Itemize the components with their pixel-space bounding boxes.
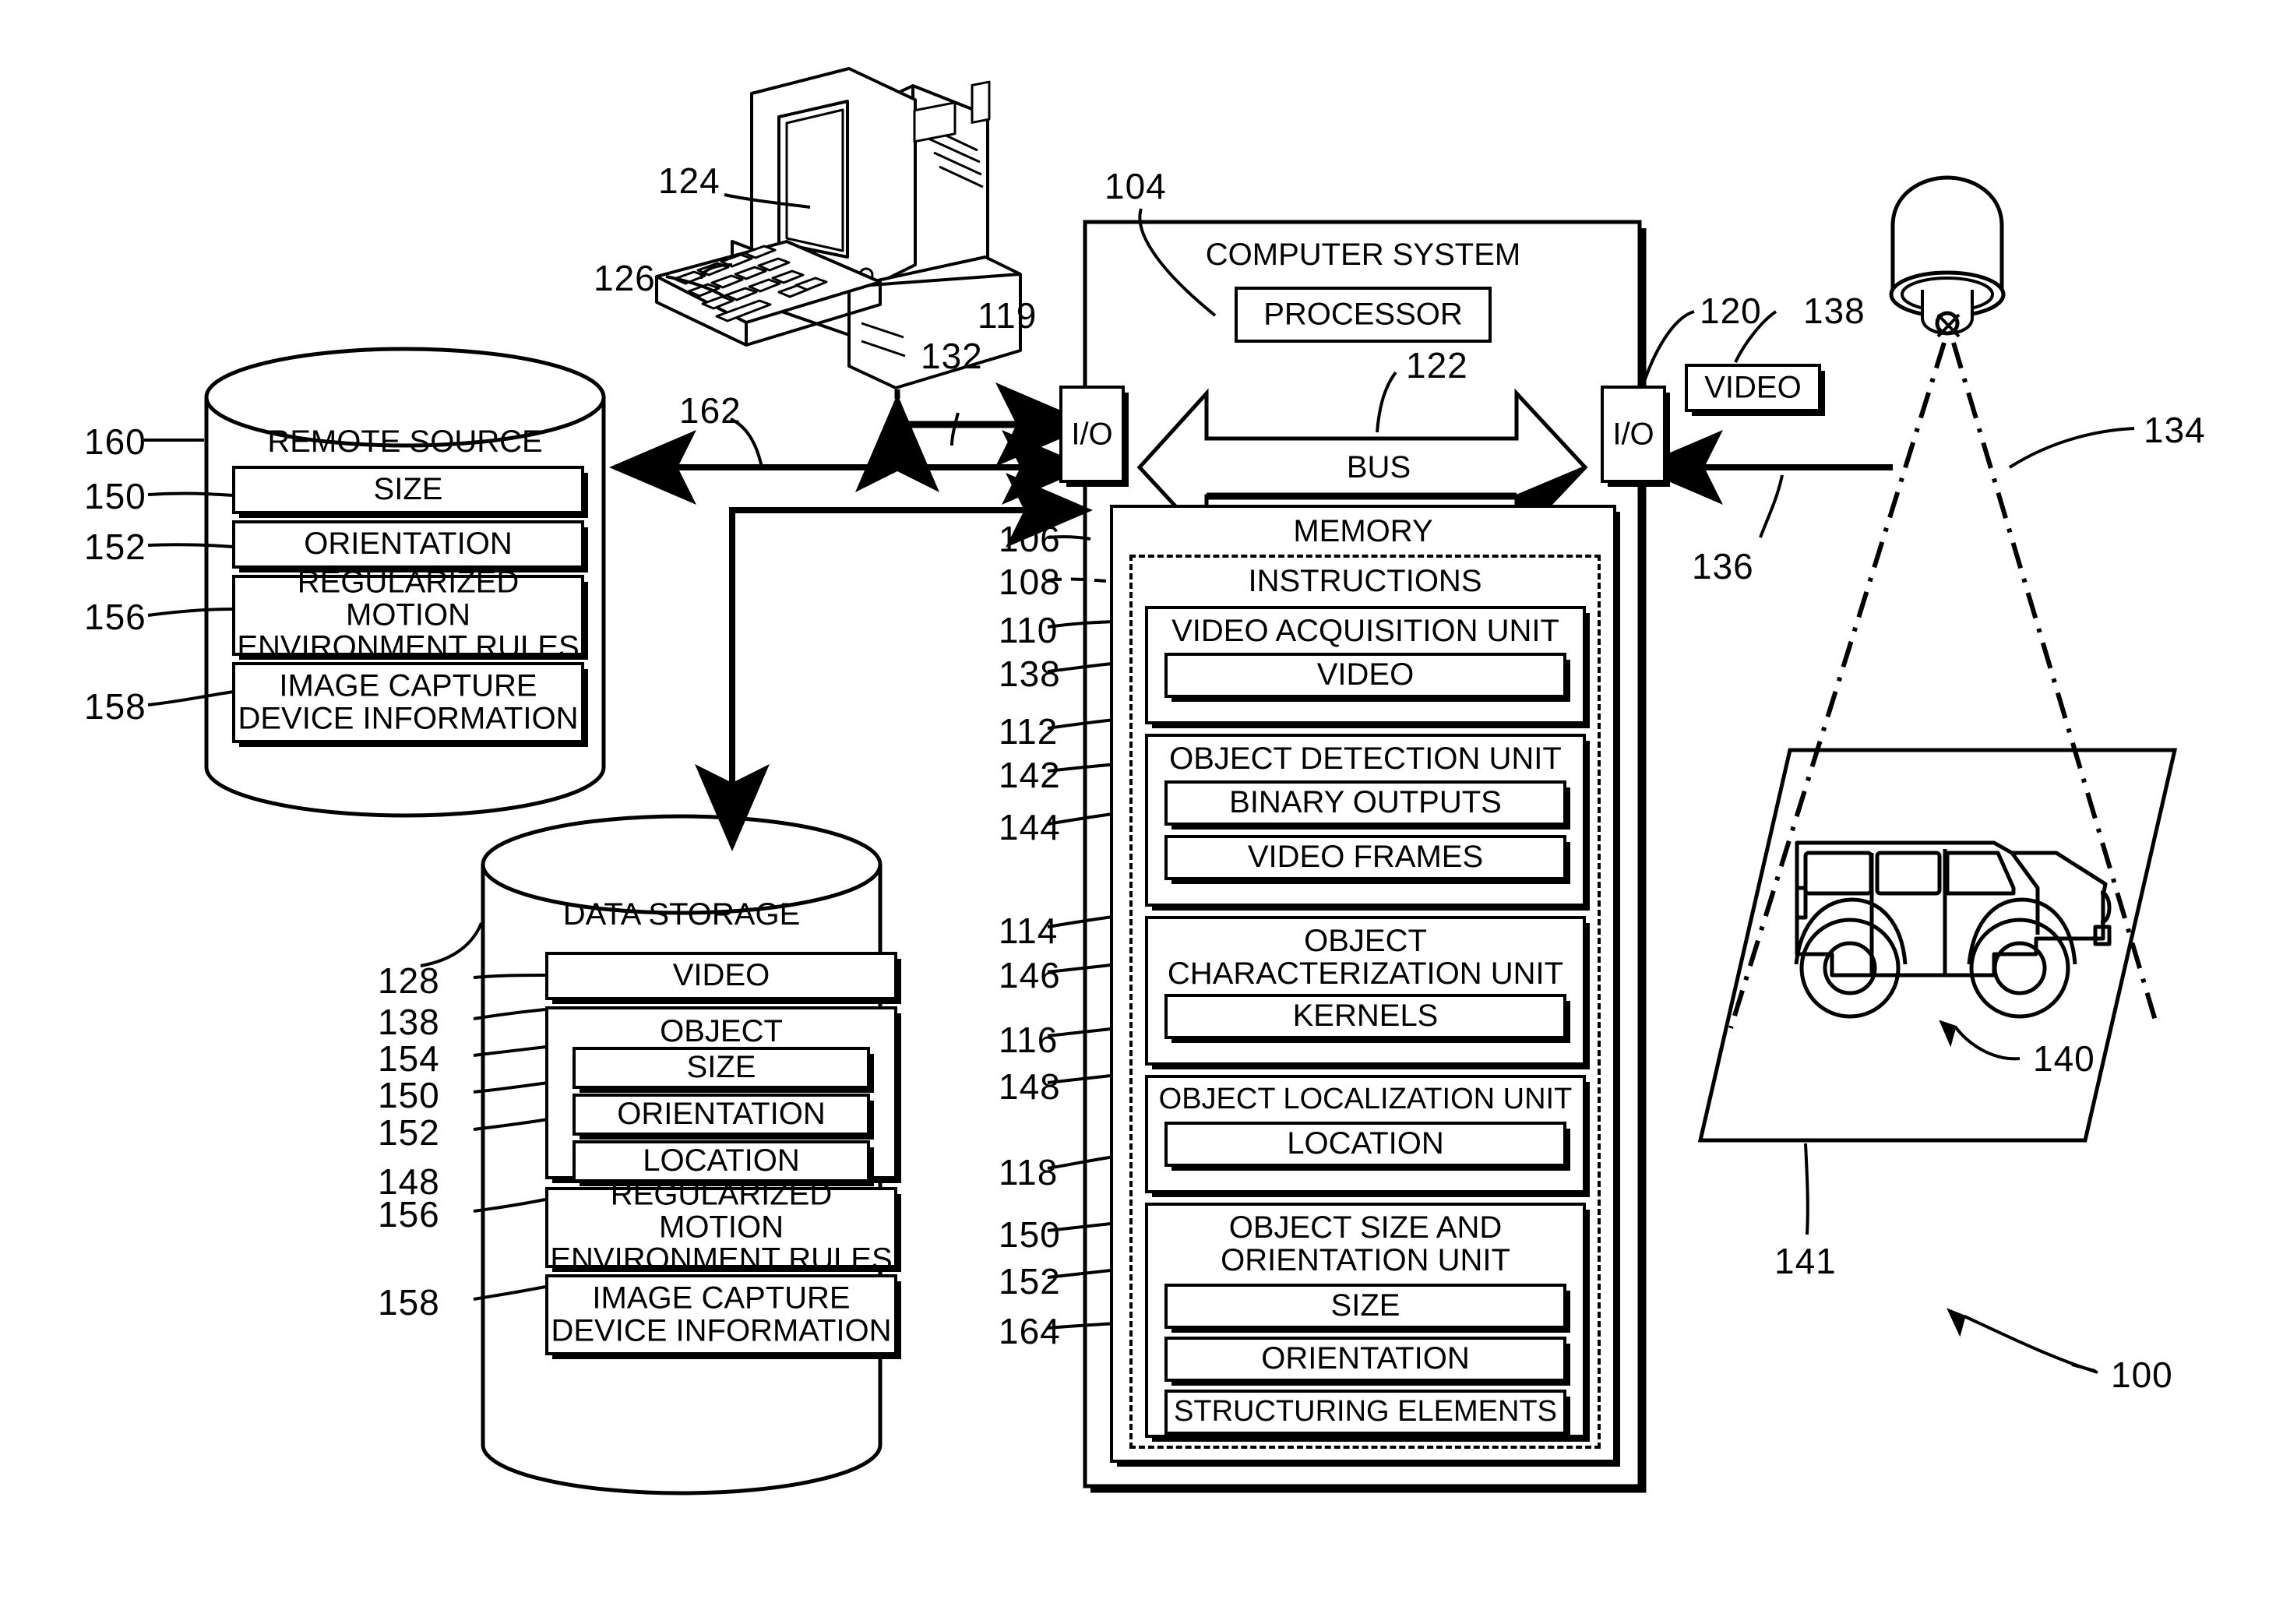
data-storage-item-capture-info: IMAGE CAPTURE DEVICE INFORMATION: [545, 1274, 897, 1355]
ref-164: 164: [999, 1311, 1061, 1351]
data-storage-item-motion-rules-label: REGULARIZED MOTION ENVIRONMENT RULES: [550, 1177, 893, 1277]
io-left-box[interactable]: I/O: [1059, 386, 1125, 483]
data-storage-item-video: VIDEO: [545, 952, 897, 1000]
item-orientation: ORIENTATION: [1164, 1337, 1566, 1382]
item-location-label: LOCATION: [1287, 1126, 1444, 1161]
ref-152-storage: 152: [378, 1112, 440, 1153]
ref-106: 106: [999, 519, 1061, 559]
ref-119: 119: [978, 295, 1038, 336]
remote-source-item-size-label: SIZE: [373, 472, 443, 507]
data-storage-object-size: SIZE: [573, 1047, 870, 1089]
ref-128: 128: [378, 960, 440, 1001]
item-binary-outputs-label: BINARY OUTPUTS: [1229, 785, 1502, 820]
instructions-label: INSTRUCTIONS: [1248, 564, 1482, 598]
ref-146: 146: [999, 955, 1061, 995]
ref-154: 154: [378, 1038, 440, 1079]
memory-label: MEMORY: [1293, 514, 1433, 548]
ref-150-memory: 150: [999, 1214, 1061, 1255]
data-storage-item-video-label: VIDEO: [672, 958, 770, 993]
remote-source-item-capture-info: IMAGE CAPTURE DEVICE INFORMATION: [232, 662, 584, 743]
ref-116: 116: [999, 1020, 1059, 1060]
item-location: LOCATION: [1164, 1122, 1566, 1167]
item-video-acq-video: VIDEO: [1164, 653, 1566, 698]
unit-video-acquisition-label: VIDEO ACQUISITION UNIT: [1171, 614, 1559, 648]
ref-158-remote: 158: [84, 686, 146, 727]
ref-138-camera: 138: [1803, 291, 1866, 331]
ref-108: 108: [999, 562, 1061, 602]
item-orientation-label: ORIENTATION: [1261, 1341, 1470, 1376]
unit-object-characterization-label: OBJECT CHARACTERIZATION UNIT: [1167, 924, 1564, 991]
ref-118: 118: [999, 1152, 1059, 1192]
unit-object-detection-label: OBJECT DETECTION UNIT: [1169, 742, 1562, 776]
ref-141: 141: [1774, 1241, 1837, 1281]
ref-150-storage: 150: [378, 1075, 440, 1115]
item-kernels: KERNELS: [1164, 994, 1566, 1039]
ref-162: 162: [679, 390, 742, 431]
ref-110: 110: [999, 610, 1059, 650]
ref-156-storage: 156: [378, 1194, 440, 1235]
ref-158-storage: 158: [378, 1282, 440, 1323]
item-size: SIZE: [1164, 1284, 1566, 1329]
data-storage-object-location-label: LOCATION: [643, 1143, 800, 1178]
ref-120: 120: [1700, 291, 1762, 331]
ref-144: 144: [999, 807, 1061, 847]
ref-160: 160: [84, 421, 146, 462]
camera-illustration: [1889, 175, 2006, 338]
remote-source-title: REMOTE SOURCE: [267, 424, 543, 459]
ref-134: 134: [2144, 410, 2206, 450]
processor-label: PROCESSOR: [1263, 297, 1463, 332]
bus-label: BUS: [1346, 450, 1411, 484]
item-video-frames-label: VIDEO FRAMES: [1247, 840, 1484, 875]
remote-source-item-capture-info-label: IMAGE CAPTURE DEVICE INFORMATION: [238, 668, 579, 735]
item-size-label: SIZE: [1330, 1288, 1400, 1323]
remote-source-item-motion-rules: REGULARIZED MOTION ENVIRONMENT RULES: [232, 566, 584, 664]
io-left-label: I/O: [1071, 417, 1113, 451]
item-video-acq-video-label: VIDEO: [1316, 657, 1415, 692]
video-label-box: VIDEO: [1685, 364, 1821, 412]
computer-system-title: COMPUTER SYSTEM: [1205, 238, 1521, 272]
ref-124: 124: [658, 160, 720, 201]
ref-104: 104: [1105, 166, 1167, 206]
ref-122: 122: [1406, 345, 1468, 386]
remote-source-item-orientation: ORIENTATION: [232, 520, 584, 569]
data-storage-item-capture-info-label: IMAGE CAPTURE DEVICE INFORMATION: [551, 1281, 892, 1347]
item-structuring-elements-label: STRUCTURING ELEMENTS: [1174, 1395, 1557, 1428]
data-storage-object-location: LOCATION: [573, 1140, 870, 1182]
ref-156-remote: 156: [84, 597, 146, 637]
unit-object-characterization: OBJECT CHARACTERIZATION UNIT: [1145, 916, 1586, 1066]
video-label-box-label: VIDEO: [1704, 370, 1802, 405]
processor-box: PROCESSOR: [1235, 287, 1492, 343]
ref-114: 114: [999, 911, 1059, 951]
unit-object-size-orientation-label: OBJECT SIZE AND ORIENTATION UNIT: [1221, 1210, 1510, 1277]
ref-140: 140: [2033, 1038, 2095, 1079]
item-binary-outputs: BINARY OUTPUTS: [1164, 780, 1566, 826]
remote-source-item-size: SIZE: [232, 466, 584, 514]
ref-152-memory: 152: [999, 1261, 1061, 1302]
ref-136: 136: [1692, 546, 1754, 587]
ref-112: 112: [999, 711, 1059, 752]
remote-source-item-motion-rules-label: REGULARIZED MOTION ENVIRONMENT RULES: [237, 565, 580, 664]
ref-126: 126: [594, 258, 656, 298]
io-right-box[interactable]: I/O: [1601, 386, 1666, 483]
remote-source-item-orientation-label: ORIENTATION: [304, 527, 513, 562]
ref-138-memory: 138: [999, 653, 1061, 694]
ref-148-memory: 148: [999, 1066, 1061, 1107]
ref-142: 142: [999, 755, 1061, 795]
unit-object-localization-label: OBJECT LOCALIZATION UNIT: [1158, 1083, 1573, 1115]
ref-152-remote: 152: [84, 527, 146, 567]
item-kernels-label: KERNELS: [1292, 999, 1439, 1034]
workstation-to-io-arrow: [855, 382, 1094, 492]
item-structuring-elements: STRUCTURING ELEMENTS: [1164, 1390, 1566, 1435]
ref-100: 100: [2111, 1355, 2173, 1395]
ref-132: 132: [921, 336, 983, 376]
ref-150-remote: 150: [84, 476, 146, 516]
data-storage-item-motion-rules: REGULARIZED MOTION ENVIRONMENT RULES: [545, 1178, 897, 1276]
item-video-frames: VIDEO FRAMES: [1164, 835, 1566, 880]
data-storage-title: DATA STORAGE: [562, 897, 801, 932]
ref-138-storage: 138: [378, 1002, 440, 1042]
io-right-label: I/O: [1612, 417, 1654, 451]
data-storage-object-orientation-label: ORIENTATION: [617, 1097, 826, 1132]
data-storage-object-orientation: ORIENTATION: [573, 1094, 870, 1136]
data-storage-object-size-label: SIZE: [686, 1050, 756, 1085]
